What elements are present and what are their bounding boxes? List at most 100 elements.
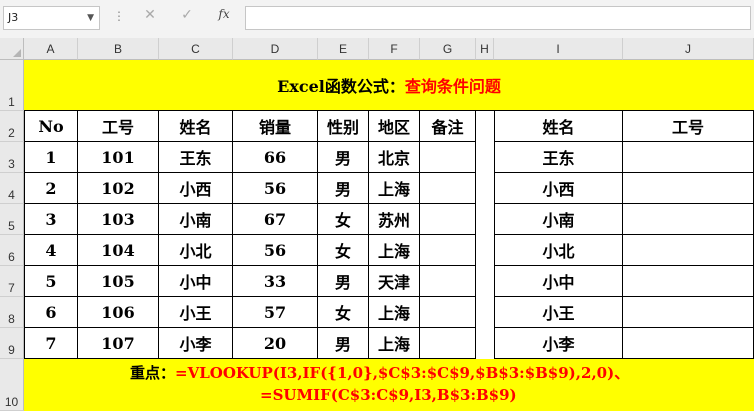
table-cell[interactable]: 105 (78, 266, 159, 297)
column-header-b[interactable]: B (78, 38, 159, 60)
table-cell[interactable] (623, 173, 754, 204)
table2-header-name[interactable]: 姓名 (494, 111, 623, 142)
table-cell[interactable] (623, 297, 754, 328)
table-cell[interactable]: 上海 (369, 328, 420, 359)
table-cell[interactable] (420, 235, 476, 266)
table1-header-id[interactable]: 工号 (78, 111, 159, 142)
table-cell[interactable]: 2 (24, 173, 78, 204)
table-cell[interactable]: 33 (233, 266, 318, 297)
table-cell[interactable] (420, 266, 476, 297)
table-cell[interactable]: 男 (318, 173, 369, 204)
row-header-4[interactable]: 4 (0, 173, 24, 204)
table-cell[interactable] (623, 204, 754, 235)
select-all-corner[interactable] (0, 38, 24, 60)
table-cell[interactable]: 106 (78, 297, 159, 328)
table1-header-notes[interactable]: 备注 (420, 111, 476, 142)
table-cell[interactable]: 男 (318, 328, 369, 359)
column-header-f[interactable]: F (369, 38, 420, 60)
table-cell[interactable]: 104 (78, 235, 159, 266)
table-cell[interactable]: 上海 (369, 297, 420, 328)
row-header-6[interactable]: 6 (0, 235, 24, 266)
column-header-a[interactable]: A (24, 38, 78, 60)
table-cell[interactable]: 天津 (369, 266, 420, 297)
table1-header-region[interactable]: 地区 (369, 111, 420, 142)
table-cell[interactable]: 上海 (369, 173, 420, 204)
table-cell[interactable]: 王东 (494, 142, 623, 173)
table-cell[interactable]: 20 (233, 328, 318, 359)
table-cell[interactable]: 小西 (494, 173, 623, 204)
column-header-e[interactable]: E (318, 38, 369, 60)
table-cell[interactable]: 57 (233, 297, 318, 328)
table-cell[interactable]: 小中 (159, 266, 233, 297)
table-cell[interactable]: 小北 (159, 235, 233, 266)
table-cell[interactable] (623, 266, 754, 297)
enter-icon[interactable]: ✓ (176, 7, 198, 23)
chevron-down-icon[interactable]: ▼ (87, 7, 94, 29)
table-cell[interactable]: 小北 (494, 235, 623, 266)
table-cell[interactable] (623, 328, 754, 359)
table-cell[interactable] (420, 297, 476, 328)
column-header-g[interactable]: G (420, 38, 476, 60)
table-cell[interactable]: 3 (24, 204, 78, 235)
table-cell[interactable]: 女 (318, 204, 369, 235)
table-cell[interactable]: 101 (78, 142, 159, 173)
table-cell[interactable]: 苏州 (369, 204, 420, 235)
row-header-7[interactable]: 7 (0, 266, 24, 297)
formula-input[interactable] (245, 6, 751, 30)
formula-note[interactable]: 重点：=VLOOKUP(I3,IF({1,0},$C$3:$C$9,$B$3:$… (24, 359, 754, 411)
table-cell[interactable]: 102 (78, 173, 159, 204)
table-cell[interactable]: 小中 (494, 266, 623, 297)
table-cell[interactable]: 1 (24, 142, 78, 173)
more-options-icon[interactable]: ⋮ (113, 9, 125, 23)
table-cell[interactable] (420, 204, 476, 235)
column-header-c[interactable]: C (159, 38, 233, 60)
table-cell[interactable]: 107 (78, 328, 159, 359)
table-cell[interactable] (420, 328, 476, 359)
table-cell[interactable]: 男 (318, 142, 369, 173)
column-header-d[interactable]: D (233, 38, 318, 60)
table-cell[interactable] (420, 142, 476, 173)
row-header-5[interactable]: 5 (0, 204, 24, 235)
table-cell[interactable]: 103 (78, 204, 159, 235)
table-cell[interactable]: 66 (233, 142, 318, 173)
column-header-i[interactable]: I (494, 38, 623, 60)
row-header-2[interactable]: 2 (0, 111, 24, 142)
table-cell[interactable]: 王东 (159, 142, 233, 173)
table1-header-gender[interactable]: 性别 (318, 111, 369, 142)
table-cell[interactable]: 小王 (494, 297, 623, 328)
table2-header-id[interactable]: 工号 (623, 111, 754, 142)
table-cell[interactable]: 北京 (369, 142, 420, 173)
table-cell[interactable] (623, 235, 754, 266)
row-header-10[interactable]: 10 (0, 359, 24, 411)
table-cell[interactable]: 男 (318, 266, 369, 297)
name-box[interactable]: J3 ▼ (3, 6, 100, 30)
table-cell[interactable]: 小李 (494, 328, 623, 359)
table-cell[interactable] (623, 142, 754, 173)
table-cell[interactable]: 小西 (159, 173, 233, 204)
table-cell[interactable]: 女 (318, 235, 369, 266)
table-cell[interactable]: 上海 (369, 235, 420, 266)
table-cell[interactable]: 67 (233, 204, 318, 235)
cancel-icon[interactable]: ✕ (139, 7, 161, 23)
row-header-1[interactable]: 1 (0, 60, 24, 111)
table-cell[interactable]: 7 (24, 328, 78, 359)
column-header-j[interactable]: J (623, 38, 754, 60)
table-cell[interactable]: 小王 (159, 297, 233, 328)
row-header-8[interactable]: 8 (0, 297, 24, 328)
table-cell[interactable]: 56 (233, 173, 318, 204)
table1-header-sales[interactable]: 销量 (233, 111, 318, 142)
column-header-h[interactable]: H (476, 38, 494, 60)
table1-header-name[interactable]: 姓名 (159, 111, 233, 142)
insert-function-icon[interactable]: fx (213, 7, 235, 21)
table-cell[interactable]: 4 (24, 235, 78, 266)
table-cell[interactable]: 小李 (159, 328, 233, 359)
sheet-title[interactable]: Excel函数公式： 查询条件问题 (24, 60, 754, 111)
table-cell[interactable]: 56 (233, 235, 318, 266)
table-cell[interactable]: 5 (24, 266, 78, 297)
table-cell[interactable] (420, 173, 476, 204)
table-cell[interactable]: 6 (24, 297, 78, 328)
table-cell[interactable]: 女 (318, 297, 369, 328)
table1-header-no[interactable]: No (24, 111, 78, 142)
table-cell[interactable]: 小南 (494, 204, 623, 235)
row-header-9[interactable]: 9 (0, 328, 24, 359)
